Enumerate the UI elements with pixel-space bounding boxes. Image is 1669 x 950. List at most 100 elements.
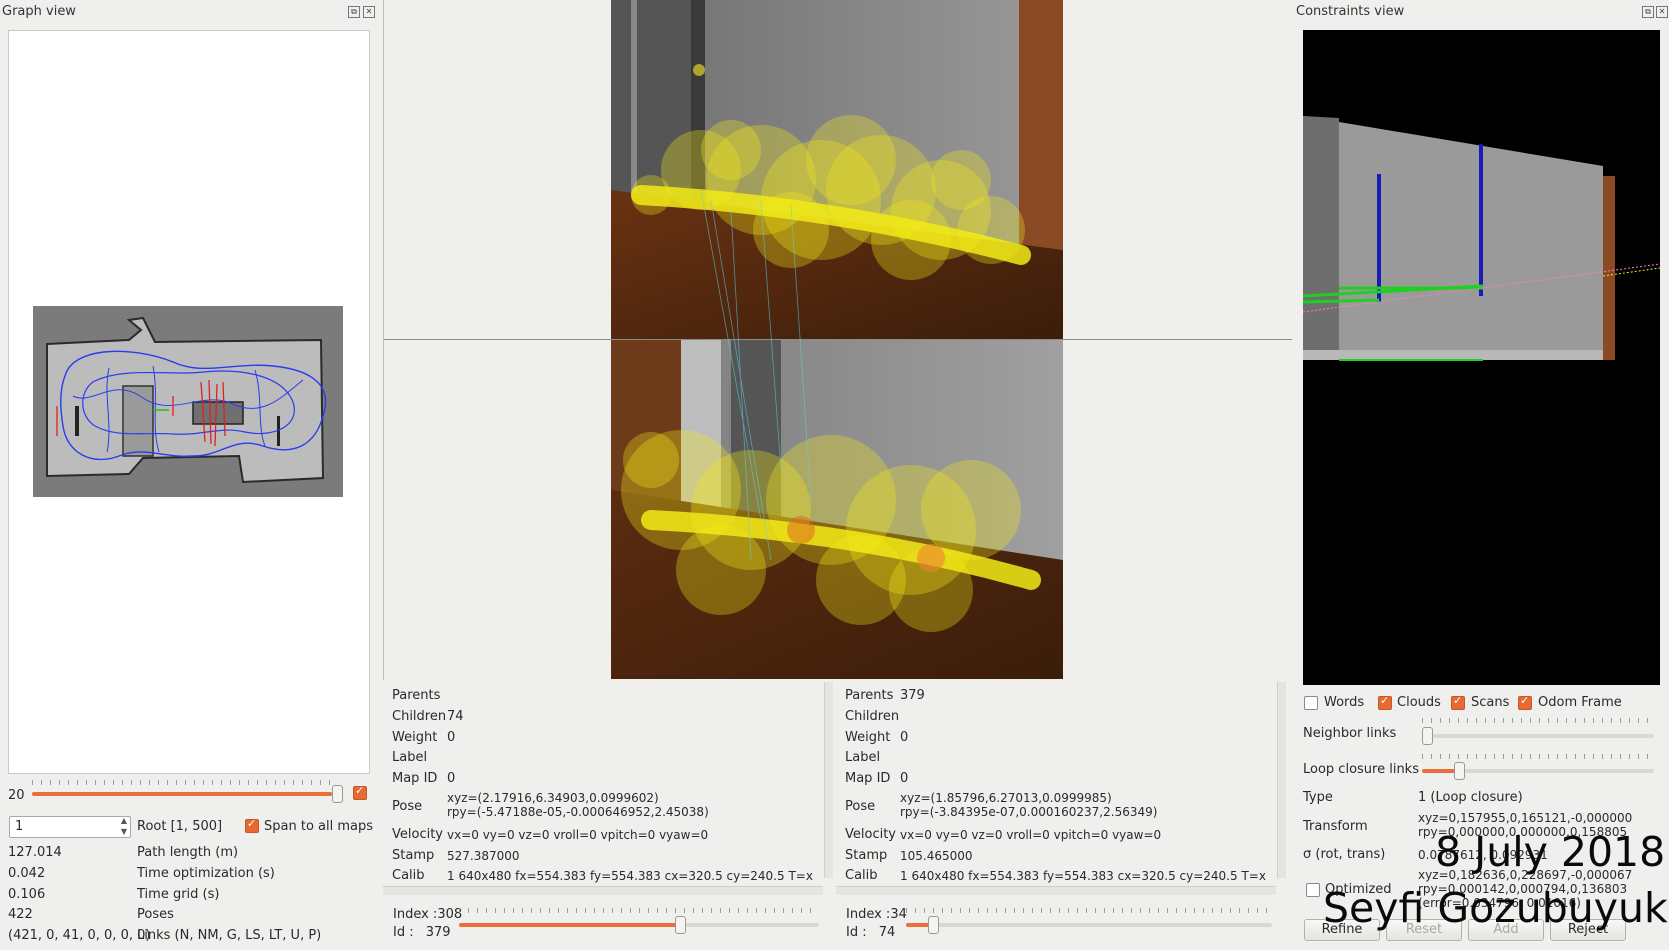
info-value: 0: [900, 771, 909, 786]
close-icon[interactable]: ✕: [1656, 6, 1668, 18]
spin-down-icon[interactable]: ▼: [121, 827, 127, 836]
stat-value: 127.014: [8, 845, 62, 860]
stat-value: 0.106: [8, 887, 46, 902]
float-icon[interactable]: ⧉: [348, 6, 360, 18]
info-panel-right: Parents 379 Children Weight 0 Label Map …: [836, 682, 1288, 950]
spin-up-icon[interactable]: ▲: [121, 816, 127, 825]
info-key: Pose: [392, 799, 423, 814]
index-label: Index :308: [393, 907, 463, 922]
root-label: Root [1, 500]: [137, 819, 223, 834]
info-value: 0: [900, 730, 909, 745]
stat-label: Links (N, NM, G, LS, LT, U, P): [137, 928, 322, 943]
graph-map: [33, 306, 343, 497]
graph-slider-checkbox[interactable]: [353, 784, 367, 800]
scans-label: Scans: [1471, 695, 1510, 710]
transform-label: Transform: [1303, 819, 1368, 834]
graph-slider-handle[interactable]: [332, 785, 343, 803]
constraints-view-title: Constraints view: [1296, 4, 1405, 19]
stamp-value: 105.465000: [900, 849, 973, 863]
index-label: Index :34: [846, 907, 907, 922]
info-key: Weight: [392, 730, 438, 745]
odom-frame-label: Odom Frame: [1538, 695, 1622, 710]
watermark-date: 8 July 2018: [1435, 828, 1666, 876]
span-all-maps-checkbox[interactable]: [245, 817, 259, 833]
id-value: 379: [425, 925, 451, 940]
stat-value: 0.042: [8, 866, 46, 881]
float-icon[interactable]: ⧉: [1642, 6, 1654, 18]
info-scrollbar-horizontal[interactable]: [383, 886, 823, 895]
pose-xyz: xyz=(1.85796,6.27013,0.0999985): [900, 791, 1112, 805]
loop-closure-links-ticks: [1422, 754, 1654, 759]
graph-slider[interactable]: [32, 785, 343, 803]
index-slider-ticks: [459, 908, 819, 913]
graph-view-dock: Graph view ⧉ ✕ 20 1 ▲ ▼ Root [1, 500]: [0, 0, 377, 950]
index-slider-fill: [459, 923, 679, 927]
root-spinbox-value: 1: [15, 819, 24, 834]
info-key: Velocity: [392, 827, 443, 842]
type-value: 1 (Loop closure): [1418, 790, 1523, 805]
info-value: 0: [447, 771, 456, 786]
odom-frame-checkbox[interactable]: [1518, 694, 1532, 710]
transform-xyz: xyz=0,157955,0,165121,-0,000000: [1418, 811, 1633, 825]
scans-checkbox[interactable]: [1451, 694, 1465, 710]
calib-value: 1 640x480 fx=554.383 fy=554.383 cx=320.5…: [447, 869, 813, 883]
info-key: Label: [392, 750, 428, 765]
correspondence-lines: [700, 189, 812, 561]
info-key: Label: [845, 750, 881, 765]
image-views: [383, 0, 1292, 680]
info-key: Weight: [845, 730, 891, 745]
id-label: Id : 74: [846, 925, 896, 940]
index-slider-ticks: [906, 908, 1272, 913]
loop-closure-links-slider[interactable]: [1422, 762, 1654, 780]
watermark-author: Seyfi Gozubuyuk: [1323, 884, 1668, 932]
id-value: 74: [878, 925, 896, 940]
info-scrollbar-vertical[interactable]: [1277, 682, 1286, 878]
info-scrollbar-horizontal[interactable]: [836, 886, 1276, 895]
info-value: 379: [900, 688, 925, 703]
pose-xyz: xyz=(2.17916,6.34903,0.0999602): [447, 791, 659, 805]
info-scrollbar-vertical[interactable]: [824, 682, 833, 878]
info-panel-left: Parents Children 74 Weight 0 Label Map I…: [383, 682, 835, 950]
info-key: Velocity: [845, 827, 896, 842]
index-value: 34: [890, 907, 907, 922]
info-key: Stamp: [392, 848, 435, 863]
index-slider-handle[interactable]: [675, 916, 686, 934]
info-key: Map ID: [845, 771, 891, 786]
info-key: Children: [392, 709, 447, 724]
calib-value: 1 640x480 fx=554.383 fy=554.383 cx=320.5…: [900, 869, 1266, 883]
clouds-label: Clouds: [1397, 695, 1441, 710]
stat-label: Time grid (s): [137, 887, 220, 902]
loop-closure-links-handle[interactable]: [1454, 762, 1465, 780]
info-key: Children: [845, 709, 900, 724]
info-key: Calib: [392, 868, 425, 883]
id-label: Id : 379: [393, 925, 451, 940]
info-key: Map ID: [392, 771, 438, 786]
info-key: Calib: [845, 868, 878, 883]
index-slider[interactable]: [906, 916, 1272, 934]
neighbor-links-handle[interactable]: [1422, 727, 1433, 745]
type-label: Type: [1303, 790, 1333, 805]
graph-slider-value: 20: [8, 788, 25, 803]
words-checkbox[interactable]: [1304, 696, 1318, 710]
index-slider[interactable]: [459, 916, 819, 934]
close-icon[interactable]: ✕: [363, 6, 375, 18]
neighbor-links-slider[interactable]: [1422, 727, 1654, 745]
info-key: Parents: [845, 688, 894, 703]
stamp-value: 527.387000: [447, 849, 520, 863]
graph-canvas[interactable]: [8, 30, 370, 774]
constraints-view-dock: Constraints view ⧉ ✕ Words Clouds Scans …: [1294, 0, 1669, 950]
pose-rpy: rpy=(-3.84395e-07,0.000160237,2.56349): [900, 805, 1158, 819]
constraints-3d-view[interactable]: [1303, 30, 1660, 685]
info-value: 74: [447, 709, 464, 724]
clouds-checkbox[interactable]: [1378, 694, 1392, 710]
velocity-value: vx=0 vy=0 vz=0 vroll=0 vpitch=0 vyaw=0: [900, 828, 1162, 842]
index-slider-handle[interactable]: [928, 916, 939, 934]
optimized-checkbox[interactable]: [1306, 883, 1320, 897]
stat-label: Path length (m): [137, 845, 239, 860]
stat-label: Poses: [137, 907, 174, 922]
stat-label: Time optimization (s): [137, 866, 275, 881]
stat-value: 422: [8, 907, 33, 922]
words-label: Words: [1324, 695, 1365, 710]
neighbor-links-ticks: [1422, 718, 1654, 723]
root-spinbox[interactable]: 1 ▲ ▼: [9, 816, 131, 838]
